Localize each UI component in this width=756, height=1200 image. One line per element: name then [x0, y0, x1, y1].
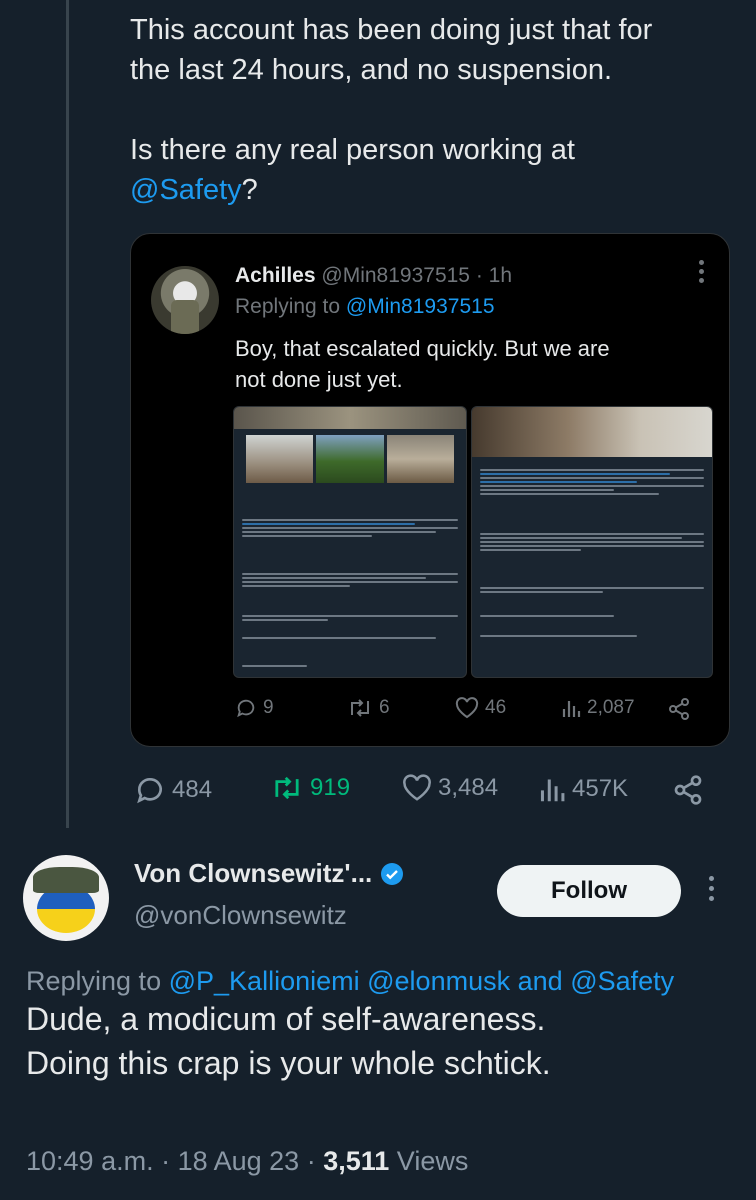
quoted-retweet-button[interactable]: 6 — [347, 697, 390, 719]
reply-tweet-text: Dude, a modicum of self-awareness. Doing… — [26, 997, 746, 1085]
heart-icon — [403, 774, 431, 801]
quoted-reply-button[interactable]: 9 — [235, 697, 274, 719]
quoted-author-name[interactable]: Achilles — [235, 264, 316, 287]
parent-text-line: the last 24 hours, and no suspension. — [130, 54, 613, 86]
views-icon — [540, 779, 565, 802]
reply-text-line: Doing this crap is your whole schtick. — [26, 1045, 551, 1081]
parent-actions-bar: 484 919 3,484 457K — [134, 774, 714, 810]
reply-timestamp[interactable]: 10:49 a.m. · 18 Aug 23 · — [26, 1146, 316, 1176]
quoted-like-count: 46 — [485, 697, 507, 718]
reply-icon — [237, 699, 255, 718]
quoted-tweet-card[interactable]: Achilles @Min81937515 · 1h Replying to @… — [130, 233, 730, 747]
replying-to-label: Replying to — [235, 295, 341, 318]
quoted-reply-count: 9 — [263, 697, 274, 718]
quoted-replying-to: Replying to @Min81937515 — [235, 295, 495, 319]
retweet-button[interactable]: 919 — [270, 774, 350, 802]
reply-author-name[interactable]: Von Clownsewitz'... — [134, 858, 372, 889]
reply-replying-to: Replying to @P_Kallioniemi @elonmusk and… — [26, 966, 674, 997]
quoted-author-avatar[interactable] — [151, 266, 219, 334]
quoted-author-handle[interactable]: @Min81937515 — [321, 264, 470, 287]
parent-tweet-text: This account has been doing just that fo… — [130, 10, 740, 210]
replying-to-label: Replying to — [26, 966, 162, 996]
quoted-more-options-icon[interactable] — [699, 260, 705, 287]
quoted-views-button[interactable]: 2,087 — [561, 697, 635, 719]
quoted-tweet-header: Achilles @Min81937515 · 1h — [235, 262, 512, 290]
views-button[interactable]: 457K — [538, 774, 628, 804]
mention-safety-link[interactable]: @Safety — [570, 966, 674, 996]
replying-to-link[interactable]: @Min81937515 — [346, 295, 495, 318]
reply-meta: 10:49 a.m. · 18 Aug 23 · 3,511 Views — [26, 1146, 468, 1177]
reply-views-count: 3,511 — [323, 1146, 390, 1176]
parent-text-line: This account has been doing just that fo… — [130, 14, 653, 46]
reply-button[interactable]: 484 — [134, 774, 212, 806]
verified-badge-icon — [381, 862, 404, 885]
retweet-count: 919 — [310, 774, 351, 801]
reply-count: 484 — [172, 776, 213, 803]
quoted-tweet-time: · 1h — [475, 264, 513, 287]
quoted-tweet-text: Boy, that escalated quickly. But we are … — [235, 333, 705, 395]
quoted-media-image-right[interactable] — [471, 406, 713, 678]
like-button[interactable]: 3,484 — [402, 774, 498, 802]
thread-line — [66, 0, 69, 828]
share-icon — [674, 775, 702, 805]
like-count: 3,484 — [438, 774, 499, 801]
heart-icon — [455, 697, 479, 719]
retweet-icon — [351, 699, 369, 717]
quoted-retweet-count: 6 — [379, 697, 390, 718]
share-icon — [669, 698, 689, 720]
parent-text-trail: ? — [241, 174, 258, 206]
and-others-label[interactable]: and — [518, 966, 563, 996]
mention-safety-link[interactable]: @Safety — [130, 174, 242, 206]
reply-author-name-row: Von Clownsewitz'... — [134, 858, 404, 889]
reply-author-handle[interactable]: @vonClownsewitz — [134, 900, 347, 931]
quoted-actions-bar: 9 6 46 2,087 — [235, 697, 715, 725]
reply-text-line: Dude, a modicum of self-awareness. — [26, 1001, 546, 1037]
share-button[interactable] — [672, 774, 704, 806]
reply-author-avatar[interactable] — [23, 855, 109, 941]
quoted-like-button[interactable]: 46 — [455, 697, 506, 719]
follow-button[interactable]: Follow — [497, 865, 681, 917]
views-count: 457K — [572, 775, 629, 802]
parent-text-line: Is there any real person working at — [130, 134, 575, 166]
reply-icon — [137, 778, 162, 804]
quoted-media-image-left[interactable] — [233, 406, 467, 678]
reply-views-label: Views — [396, 1146, 469, 1176]
quoted-share-button[interactable] — [667, 697, 691, 721]
quoted-text-line: Boy, that escalated quickly. But we are — [235, 336, 610, 361]
mention-elonmusk-link[interactable]: @elonmusk — [367, 966, 510, 996]
more-options-icon[interactable] — [709, 876, 715, 906]
quoted-text-line: not done just yet. — [235, 367, 403, 392]
views-icon — [562, 701, 581, 717]
mention-p-kallioniemi-link[interactable]: @P_Kallioniemi — [169, 966, 360, 996]
retweet-icon — [275, 776, 299, 800]
quoted-views-count: 2,087 — [587, 697, 635, 718]
